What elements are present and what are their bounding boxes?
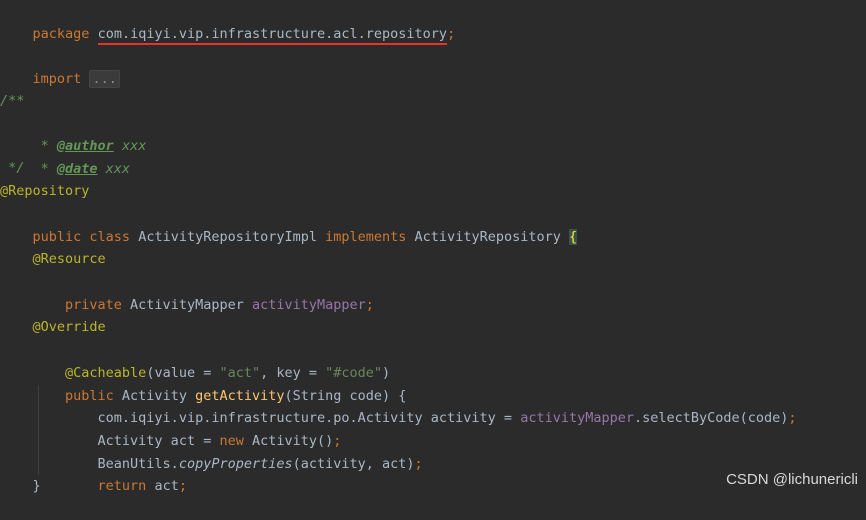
statement-text: act	[146, 477, 179, 494]
keyword: return	[32, 477, 147, 494]
keyword: implements	[325, 228, 407, 245]
code-line-import[interactable]: import ...	[0, 45, 120, 88]
javadoc-date: * @date xxx	[0, 135, 130, 177]
folded-imports[interactable]: ...	[89, 69, 120, 88]
javadoc-value: xxx	[97, 160, 131, 177]
code-line-select[interactable]: com.iqiyi.vip.infrastructure.po.Activity…	[0, 384, 797, 426]
semicolon: ;	[365, 296, 374, 313]
annotation-override: @Override	[0, 319, 106, 335]
code-line-method-decl[interactable]: public Activity getActivity(String code)…	[0, 362, 406, 404]
code-editor[interactable]: package com.iqiyi.vip.infrastructure.acl…	[0, 0, 866, 499]
code-line-package[interactable]: package com.iqiyi.vip.infrastructure.acl…	[0, 0, 455, 45]
field-name: activityMapper	[251, 296, 366, 313]
statement-text: (activity, act)	[292, 455, 415, 472]
keyword: public class	[32, 228, 131, 245]
statement-text: .selectByCode(code)	[633, 409, 789, 426]
field-name: activityMapper	[520, 409, 634, 426]
type-name: ActivityMapper	[121, 296, 252, 313]
javadoc-close: */	[0, 160, 25, 176]
watermark: CSDN @lichunericli	[724, 471, 860, 488]
keyword: package	[32, 25, 90, 42]
code-line-copy-properties[interactable]: BeanUtils.copyProperties(activity, act);	[0, 430, 423, 472]
interface-name: ActivityRepository	[406, 228, 569, 245]
closing-brace: }	[0, 478, 41, 494]
annotation-repository: @Repository	[0, 183, 90, 199]
package-name-underlined[interactable]: com.iqiyi.vip.infrastructure.acl.reposit…	[97, 25, 448, 45]
semicolon: ;	[414, 455, 423, 472]
code-line-new-activity[interactable]: Activity act = new Activity();	[0, 407, 342, 449]
annotation-resource: @Resource	[0, 251, 106, 267]
semicolon: ;	[788, 409, 797, 426]
javadoc-tag-date: @date	[56, 160, 98, 177]
semicolon: ;	[178, 477, 187, 494]
matched-brace: {	[568, 228, 578, 245]
class-name: ActivityRepositoryImpl	[130, 228, 326, 245]
code-line-class-decl[interactable]: public class ActivityRepositoryImpl impl…	[0, 203, 578, 245]
javadoc-author: * @author xxx	[0, 112, 147, 154]
javadoc-open: /**	[0, 93, 25, 109]
static-method: copyProperties	[178, 455, 293, 472]
semicolon: ;	[447, 25, 456, 42]
javadoc-star: *	[32, 160, 57, 177]
code-line-field[interactable]: private ActivityMapper activityMapper;	[0, 271, 374, 313]
keyword: private	[32, 296, 122, 313]
code-line-return[interactable]: return act;	[0, 452, 187, 494]
code-line-cacheable[interactable]: @Cacheable(value = "act", key = "#code")	[0, 339, 390, 381]
keyword: import	[32, 70, 82, 87]
